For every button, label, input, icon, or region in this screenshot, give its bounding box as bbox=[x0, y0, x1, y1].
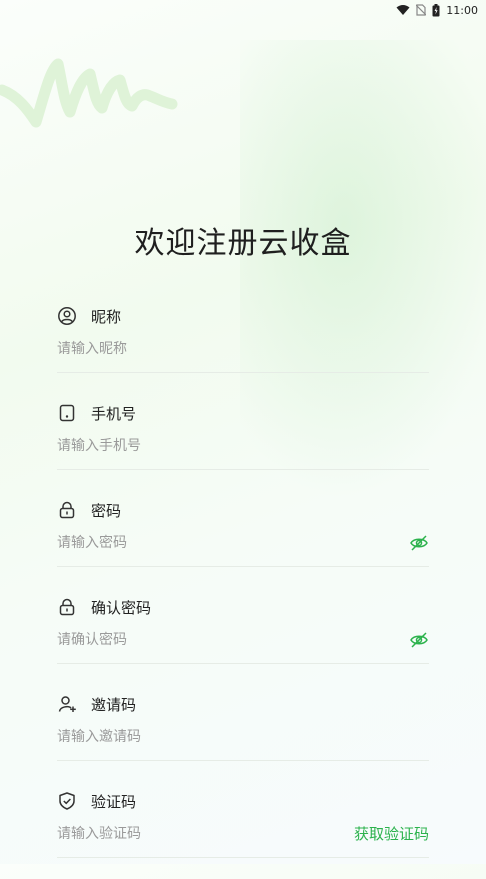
confirm-password-input[interactable] bbox=[57, 627, 397, 653]
wifi-icon bbox=[396, 5, 410, 15]
phone-input[interactable] bbox=[57, 433, 397, 459]
divider bbox=[57, 372, 429, 373]
invite-code-field: 邀请码 bbox=[57, 692, 429, 782]
nickname-label: 昵称 bbox=[91, 307, 122, 326]
decorative-scribble bbox=[0, 58, 178, 128]
divider bbox=[57, 469, 429, 470]
battery-charging-icon bbox=[432, 3, 440, 16]
invite-code-label: 邀请码 bbox=[91, 695, 137, 714]
lock-icon bbox=[57, 500, 77, 520]
verification-code-label: 验证码 bbox=[91, 792, 137, 811]
user-circle-icon bbox=[57, 306, 77, 326]
confirm-password-label: 确认密码 bbox=[91, 598, 152, 617]
nickname-input[interactable] bbox=[57, 336, 397, 362]
shield-check-icon bbox=[57, 791, 77, 811]
phone-icon bbox=[57, 403, 77, 423]
confirm-password-field: 确认密码 bbox=[57, 595, 429, 685]
phone-field: 手机号 bbox=[57, 401, 429, 491]
nickname-field: 昵称 bbox=[57, 304, 429, 394]
divider bbox=[57, 760, 429, 761]
status-time: 11:00 bbox=[446, 3, 478, 17]
eye-off-icon[interactable] bbox=[409, 533, 429, 553]
user-add-icon bbox=[57, 694, 77, 714]
eye-off-icon[interactable] bbox=[409, 630, 429, 650]
divider bbox=[57, 566, 429, 567]
invite-code-input[interactable] bbox=[57, 724, 397, 750]
phone-label: 手机号 bbox=[91, 404, 137, 423]
no-sim-icon bbox=[416, 4, 427, 16]
lock-icon bbox=[57, 597, 77, 617]
verification-code-field: 验证码 获取验证码 bbox=[57, 789, 429, 879]
password-input[interactable] bbox=[57, 530, 397, 556]
page-title: 欢迎注册云收盒 bbox=[134, 226, 352, 261]
get-code-button[interactable]: 获取验证码 bbox=[354, 823, 429, 844]
divider bbox=[57, 663, 429, 664]
verification-code-input[interactable] bbox=[57, 821, 317, 847]
status-bar: 11:00 bbox=[0, 0, 486, 20]
password-label: 密码 bbox=[91, 501, 122, 520]
divider bbox=[57, 857, 429, 858]
password-field: 密码 bbox=[57, 498, 429, 588]
